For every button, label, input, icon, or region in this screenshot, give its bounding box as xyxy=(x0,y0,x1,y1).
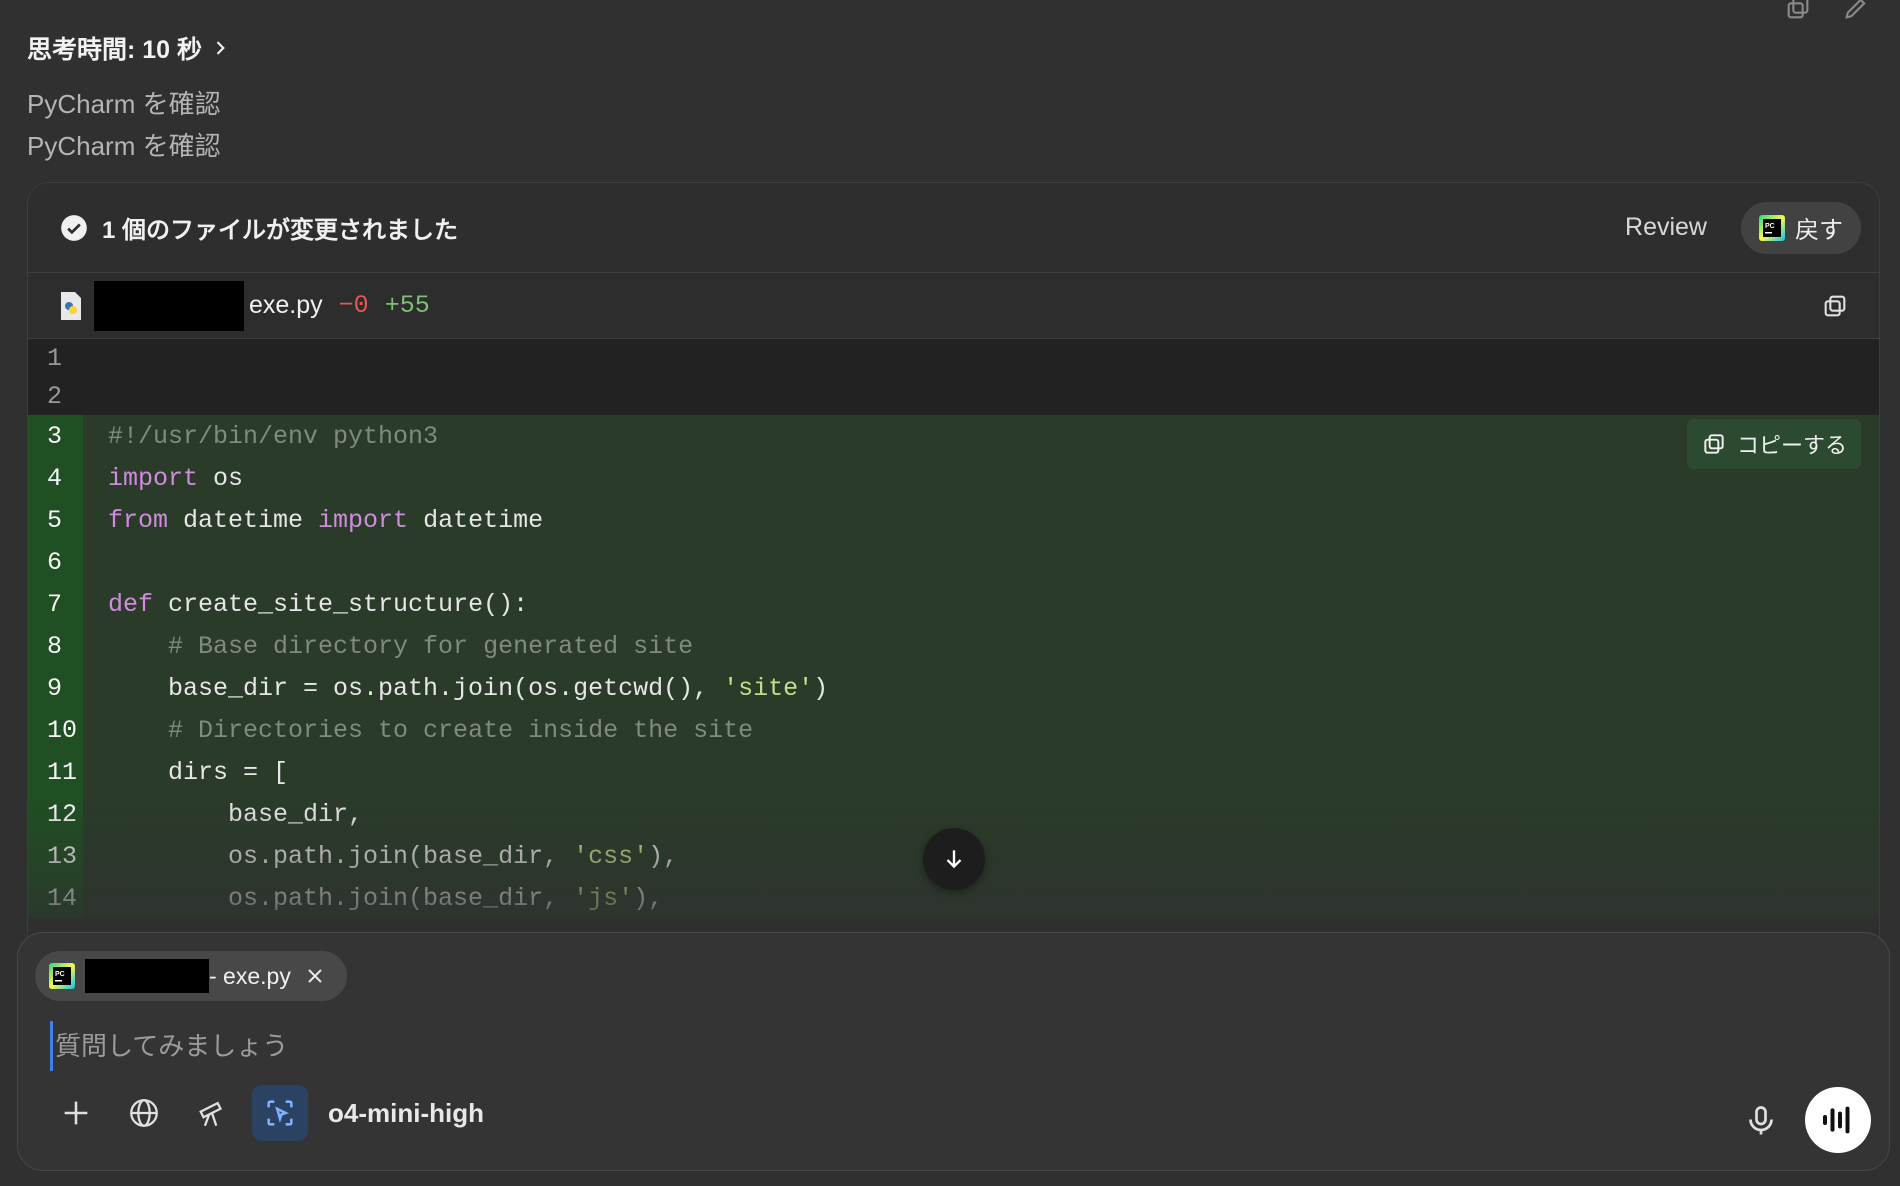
model-selector[interactable]: o4-mini-high xyxy=(328,1098,484,1129)
top-actions xyxy=(1784,0,1870,22)
revert-button[interactable]: PC 戻す xyxy=(1741,201,1861,254)
line-code: # Directories to create inside the site xyxy=(168,715,754,745)
status-line: PyCharm を確認 xyxy=(27,131,221,161)
file-row: exe.py −0 +55 xyxy=(28,273,1879,339)
line-number: 8 xyxy=(28,625,83,667)
web-search-button[interactable] xyxy=(116,1085,172,1141)
composer-toolbar: o4-mini-high xyxy=(48,1085,484,1141)
voice-waveform-icon xyxy=(1823,1106,1850,1134)
code-line: 1 xyxy=(28,339,1879,377)
line-number: 3 xyxy=(28,415,83,457)
code-line: 8 # Base directory for generated site xyxy=(28,625,1879,667)
line-number: 12 xyxy=(28,793,83,835)
line-number: 10 xyxy=(28,709,83,751)
code-line: 10 # Directories to create inside the si… xyxy=(28,709,1879,751)
close-icon[interactable] xyxy=(305,966,325,986)
line-code: os.path.join(base_dir, 'js'), xyxy=(108,883,664,913)
panel-header: 1 個のファイルが変更されました Review PC 戻す xyxy=(28,183,1879,273)
revert-label: 戻す xyxy=(1795,217,1843,244)
line-code: # Base directory for generated site xyxy=(168,631,694,661)
voice-mode-button[interactable] xyxy=(1805,1087,1871,1153)
code-line: 11 dirs = [ xyxy=(28,751,1879,793)
microphone-icon[interactable] xyxy=(1743,1103,1779,1139)
code-line: 2 xyxy=(28,377,1879,415)
plus-icon xyxy=(64,1101,88,1125)
review-button[interactable]: Review xyxy=(1625,213,1707,242)
copy-code-button[interactable]: コピーする xyxy=(1686,419,1861,469)
add-button[interactable] xyxy=(48,1085,104,1141)
line-number: 2 xyxy=(47,381,63,411)
code-line: 3 #!/usr/bin/env python3 xyxy=(28,415,1879,457)
line-number: 1 xyxy=(47,343,63,373)
line-code: dirs = [ xyxy=(108,757,289,787)
redacted-filename xyxy=(85,959,209,993)
files-changed-label: 1 個のファイルが変更されました xyxy=(102,217,459,244)
telescope-icon xyxy=(199,1101,223,1127)
pycharm-logo-icon: PC xyxy=(49,963,75,989)
code-line: 6 xyxy=(28,541,1879,583)
arrow-down-icon xyxy=(946,850,962,869)
code-line: 4 import os xyxy=(28,457,1879,499)
copy-icon[interactable] xyxy=(1784,0,1812,22)
line-code: base_dir, xyxy=(108,799,364,829)
chevron-right-icon xyxy=(216,41,225,55)
redacted-filename xyxy=(94,280,244,331)
line-code: def create_site_structure(): xyxy=(108,589,529,619)
thinking-label: 思考時間: 10 秒 xyxy=(27,36,203,64)
line-number: 5 xyxy=(28,499,83,541)
thinking-toggle[interactable]: 思考時間: 10 秒 xyxy=(27,30,230,66)
svg-text:PC: PC xyxy=(55,971,65,978)
pycharm-logo-icon: PC xyxy=(1759,214,1785,241)
line-code: import os xyxy=(108,463,244,493)
prompt-input[interactable] xyxy=(50,1021,1550,1071)
copy-icon[interactable] xyxy=(1821,292,1849,320)
line-number: 4 xyxy=(28,457,83,499)
code-line: 9 base_dir = os.path.join(os.getcwd(), '… xyxy=(28,667,1879,709)
svg-text:PC: PC xyxy=(1765,223,1775,230)
check-circle-icon xyxy=(61,214,87,241)
additions-count: +55 xyxy=(384,291,430,320)
file-name[interactable]: exe.py xyxy=(249,291,323,320)
copy-code-label: コピーする xyxy=(1736,433,1847,458)
screen-select-icon xyxy=(267,1100,293,1126)
attachment-name: - exe.py xyxy=(209,962,291,989)
line-number: 11 xyxy=(28,751,83,793)
line-number: 13 xyxy=(28,835,83,877)
deletions-count: −0 xyxy=(338,291,369,320)
line-code: from datetime import datetime xyxy=(108,505,544,535)
code-line: 5 from datetime import datetime xyxy=(28,499,1879,541)
code-line: 7 def create_site_structure(): xyxy=(28,583,1879,625)
line-code: #!/usr/bin/env python3 xyxy=(108,421,439,451)
edit-icon[interactable] xyxy=(1842,0,1870,22)
line-number: 9 xyxy=(28,667,83,709)
status-line: PyCharm を確認 xyxy=(27,89,221,119)
globe-icon xyxy=(130,1099,158,1127)
line-code: base_dir = os.path.join(os.getcwd(), 'si… xyxy=(108,673,829,703)
research-button[interactable] xyxy=(184,1085,240,1141)
work-with-apps-button[interactable] xyxy=(252,1085,308,1141)
line-code: os.path.join(base_dir, 'css'), xyxy=(108,841,679,871)
python-file-icon xyxy=(61,291,81,320)
attachment-chip[interactable]: PC - exe.py xyxy=(35,951,347,1001)
line-number: 14 xyxy=(28,877,83,919)
line-number: 6 xyxy=(28,541,83,583)
copy-icon xyxy=(1704,434,1724,454)
line-number: 7 xyxy=(28,583,83,625)
composer: PC - exe.py o4-mini-high xyxy=(17,932,1890,1171)
scroll-down-button[interactable] xyxy=(923,828,985,890)
